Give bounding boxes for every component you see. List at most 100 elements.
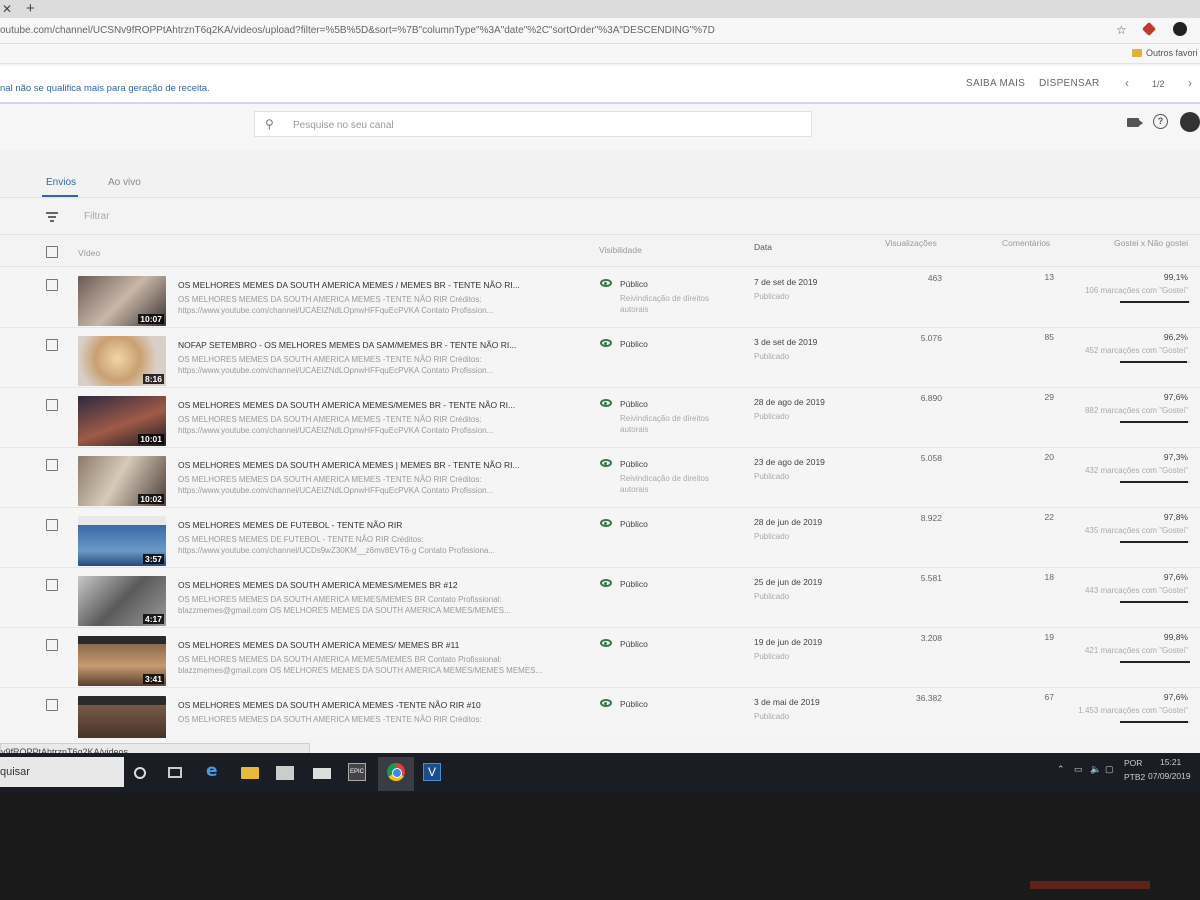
table-row[interactable]: 10:01 OS MELHORES MEMES DA SOUTH AMERICA… <box>0 388 1200 448</box>
view-count: 36.382 <box>916 693 942 703</box>
video-title[interactable]: OS MELHORES MEMES DA SOUTH AMERICA MEMES… <box>178 700 558 710</box>
channel-search-input[interactable]: ⚲ Pesquise no seu canal <box>254 111 812 137</box>
row-checkbox[interactable] <box>46 639 58 651</box>
chevron-left-icon[interactable]: ‹ <box>1125 76 1129 90</box>
chevron-right-icon[interactable]: › <box>1188 76 1192 90</box>
keyboard-layout[interactable]: PTB2 <box>1124 772 1145 782</box>
task-view-icon[interactable] <box>168 767 182 778</box>
tab-live[interactable]: Ao vivo <box>108 177 141 188</box>
cortana-icon[interactable] <box>134 767 146 779</box>
video-thumbnail[interactable]: 10:07 <box>78 276 166 326</box>
row-checkbox[interactable] <box>46 519 58 531</box>
row-checkbox[interactable] <box>46 699 58 711</box>
input-language[interactable]: POR <box>1124 758 1142 768</box>
column-likes[interactable]: Gostei x Não gostei <box>1114 238 1188 248</box>
select-all-checkbox[interactable] <box>46 246 58 258</box>
chrome-icon[interactable] <box>387 763 405 781</box>
table-row[interactable]: 8:16 NOFAP SETEMBRO - OS MELHORES MEMES … <box>0 328 1200 388</box>
visibility-status[interactable]: Público <box>620 339 648 349</box>
other-bookmarks[interactable]: Outros favori <box>1146 48 1198 58</box>
column-views[interactable]: Visualizações <box>885 238 937 248</box>
visibility-status[interactable]: Público <box>620 459 648 469</box>
address-url[interactable]: outube.com/channel/UCSNv9fROPPtAhtrznT6q… <box>0 25 1100 36</box>
video-thumbnail[interactable]: 3:41 <box>78 636 166 686</box>
copyright-claim[interactable]: Reivindicação de direitos autorais <box>620 293 730 315</box>
like-percentage: 97,3% <box>1163 452 1188 462</box>
visibility-status[interactable]: Público <box>620 399 648 409</box>
video-description: OS MELHORES MEMES DA SOUTH AMERICA MEMES… <box>178 474 548 496</box>
copyright-claim[interactable]: Reivindicação de direitos autorais <box>620 413 730 435</box>
video-title[interactable]: OS MELHORES MEMES DA SOUTH AMERICA MEMES… <box>178 640 558 650</box>
row-checkbox[interactable] <box>46 459 58 471</box>
video-title[interactable]: OS MELHORES MEMES DA SOUTH AMERICA MEMES… <box>178 580 558 590</box>
like-ratio-fill <box>1120 721 1189 723</box>
epic-games-icon[interactable]: EPIC <box>348 763 366 781</box>
browser-profile-icon[interactable] <box>1173 22 1187 36</box>
visibility-status[interactable]: Público <box>620 639 648 649</box>
filter-icon[interactable] <box>46 212 58 222</box>
visibility-status[interactable]: Público <box>620 519 648 529</box>
video-thumbnail[interactable]: 4:17 <box>78 576 166 626</box>
video-title[interactable]: OS MELHORES MEMES DE FUTEBOL - TENTE NÃO… <box>178 520 558 530</box>
visibility-status[interactable]: Público <box>620 579 648 589</box>
chevron-up-icon[interactable]: ⌃ <box>1057 764 1065 775</box>
video-title[interactable]: OS MELHORES MEMES DA SOUTH AMERICA MEMES… <box>178 280 558 290</box>
video-thumbnail[interactable]: 3:57 <box>78 516 166 566</box>
filter-input[interactable]: Filtrar <box>84 211 110 222</box>
video-thumbnail[interactable]: 10:01 <box>78 396 166 446</box>
learn-more-button[interactable]: SAIBA MAIS <box>966 78 1025 89</box>
mail-icon[interactable] <box>313 768 331 779</box>
video-thumbnail[interactable] <box>78 696 166 738</box>
row-checkbox[interactable] <box>46 399 58 411</box>
message-icon[interactable]: ▢ <box>1105 764 1114 775</box>
video-title[interactable]: OS MELHORES MEMES DA SOUTH AMERICA MEMES… <box>178 460 558 470</box>
create-video-icon[interactable] <box>1127 118 1143 127</box>
like-ratio-fill <box>1120 661 1190 663</box>
extension-icon[interactable] <box>1141 21 1157 37</box>
video-thumbnail[interactable]: 10:02 <box>78 456 166 506</box>
view-count: 3.208 <box>920 633 942 643</box>
clock-date[interactable]: 07/09/2019 <box>1148 771 1191 781</box>
table-row[interactable]: 10:07 OS MELHORES MEMES DA SOUTH AMERICA… <box>0 268 1200 328</box>
video-title[interactable]: NOFAP SETEMBRO - OS MELHORES MEMES DA SA… <box>178 340 558 350</box>
video-title[interactable]: OS MELHORES MEMES DA SOUTH AMERICA MEMES… <box>178 400 558 410</box>
table-row[interactable]: 10:02 OS MELHORES MEMES DA SOUTH AMERICA… <box>0 448 1200 508</box>
monitor-bezel <box>0 793 1200 900</box>
file-explorer-icon[interactable] <box>241 767 259 779</box>
screen: ✕ + outube.com/channel/UCSNv9fROPPtAhtrz… <box>0 0 1200 765</box>
close-tab-icon[interactable]: ✕ <box>2 2 12 16</box>
edge-icon[interactable]: e <box>206 761 224 781</box>
table-row[interactable]: 3:41 OS MELHORES MEMES DA SOUTH AMERICA … <box>0 628 1200 688</box>
column-comments[interactable]: Comentários <box>1002 238 1050 248</box>
like-ratio-fill <box>1120 601 1189 603</box>
row-checkbox[interactable] <box>46 579 58 591</box>
table-row[interactable]: OS MELHORES MEMES DA SOUTH AMERICA MEMES… <box>0 688 1200 738</box>
video-thumbnail[interactable]: 8:16 <box>78 336 166 386</box>
video-description-line: OS MELHORES MEMES DA SOUTH AMERICA MEMES… <box>178 475 482 484</box>
battery-icon[interactable]: ▭ <box>1074 764 1083 775</box>
video-description-line: blazzmemes@gmail.com OS MELHORES MEMES D… <box>178 606 511 615</box>
table-header: Vídeo Visibilidade Data Visualizações Co… <box>0 235 1200 267</box>
like-percentage: 97,6% <box>1163 692 1188 702</box>
app-v-icon[interactable]: V <box>423 763 441 781</box>
table-row[interactable]: 3:57 OS MELHORES MEMES DE FUTEBOL - TENT… <box>0 508 1200 568</box>
visibility-status[interactable]: Público <box>620 699 648 709</box>
column-date[interactable]: Data <box>754 242 772 252</box>
clock-time[interactable]: 15:21 <box>1160 757 1181 767</box>
bookmark-star-icon[interactable]: ☆ <box>1116 23 1127 37</box>
comment-count: 18 <box>1044 572 1054 582</box>
table-row[interactable]: 4:17 OS MELHORES MEMES DA SOUTH AMERICA … <box>0 568 1200 628</box>
tab-uploads[interactable]: Envios <box>46 177 76 188</box>
row-checkbox[interactable] <box>46 279 58 291</box>
store-icon[interactable] <box>276 766 294 780</box>
taskbar-search[interactable]: quisar <box>0 757 124 787</box>
help-icon[interactable]: ? <box>1153 114 1168 129</box>
account-avatar[interactable] <box>1180 112 1200 132</box>
notice-pager: 1/2 <box>1152 79 1165 89</box>
dismiss-button[interactable]: DISPENSAR <box>1039 78 1100 89</box>
new-tab-icon[interactable]: + <box>26 0 35 17</box>
copyright-claim[interactable]: Reivindicação de direitos autorais <box>620 473 730 495</box>
volume-icon[interactable]: 🔈 <box>1090 764 1101 775</box>
visibility-status[interactable]: Público <box>620 279 648 289</box>
row-checkbox[interactable] <box>46 339 58 351</box>
